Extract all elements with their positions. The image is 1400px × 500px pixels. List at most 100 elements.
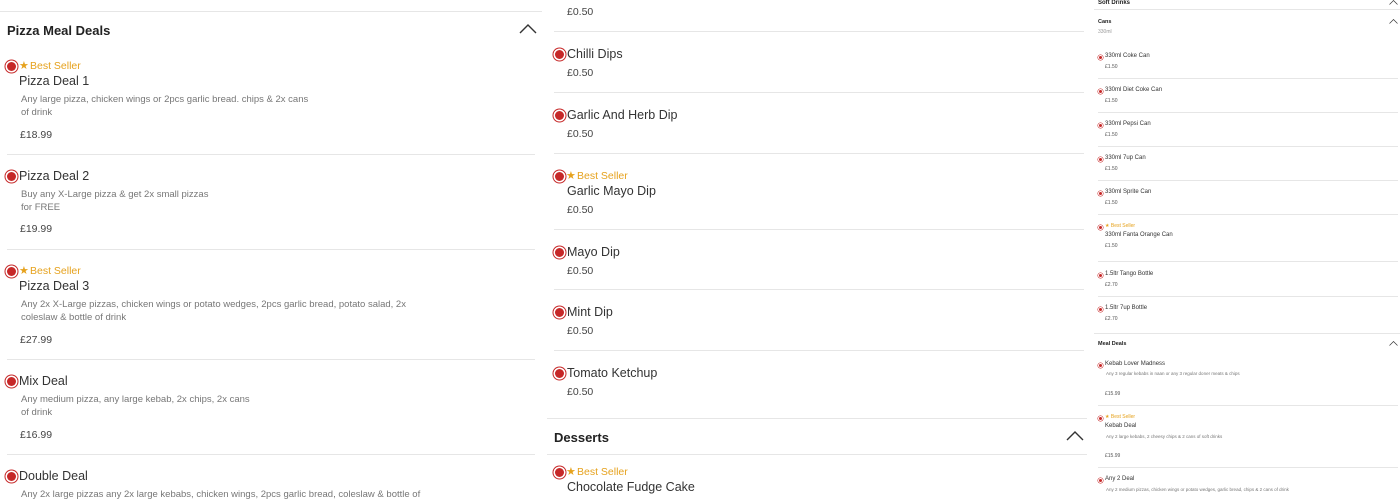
item-price: £1.50 xyxy=(1105,200,1118,206)
chevron-up-icon[interactable] xyxy=(1389,341,1398,346)
item-price: £27.99 xyxy=(20,334,53,346)
drinks-column: Soft Drinks Cans 330ml 330ml Coke Can £1… xyxy=(1094,0,1400,500)
item-price: £1.50 xyxy=(1105,132,1118,138)
divider xyxy=(7,359,535,360)
item-marker-icon xyxy=(555,308,564,317)
chevron-up-icon[interactable] xyxy=(519,24,537,34)
item-name: Double Deal xyxy=(19,469,88,483)
star-icon: ★ xyxy=(566,466,576,478)
item-marker-icon xyxy=(1099,56,1102,59)
divider xyxy=(1098,214,1398,215)
item-name: Garlic And Herb Dip xyxy=(567,108,678,122)
chevron-up-icon[interactable] xyxy=(1389,0,1398,5)
item-price: £2.70 xyxy=(1105,316,1118,322)
item-marker-icon xyxy=(1099,158,1102,161)
item-name: Kebab Lover Madness xyxy=(1105,361,1166,367)
best-seller-badge: ★ Best Seller xyxy=(1105,414,1136,420)
item-price: £0.50 xyxy=(567,6,594,18)
divider xyxy=(1098,180,1398,181)
best-seller-badge: ★ Best Seller xyxy=(1105,223,1136,229)
item-marker-icon xyxy=(7,172,16,181)
item-marker-icon xyxy=(555,248,564,257)
item-name: Chilli Dips xyxy=(567,47,623,61)
item-name: 330ml Pepsi Can xyxy=(1105,121,1151,127)
star-icon: ★ xyxy=(19,265,29,277)
best-seller-badge: Best Seller xyxy=(577,170,628,182)
item-name: Garlic Mayo Dip xyxy=(567,184,656,198)
item-name: Pizza Deal 2 xyxy=(19,169,90,183)
star-icon: ★ xyxy=(19,60,29,72)
item-marker-icon xyxy=(1099,308,1102,311)
item-marker-icon xyxy=(555,111,564,120)
item-name: 330ml Sprite Can xyxy=(1105,189,1152,195)
item-description: Any 2 large kebabs, 2 cheesy chips & 2 c… xyxy=(1106,434,1223,439)
item-name: 1.5ltr Tango Bottle xyxy=(1105,271,1154,277)
item-marker-icon xyxy=(1099,364,1102,367)
item-price: £16.99 xyxy=(20,429,53,441)
item-marker-icon xyxy=(555,369,564,378)
chevron-up-icon[interactable] xyxy=(1389,19,1398,24)
item-marker-icon xyxy=(1099,90,1102,93)
best-seller-badge: Best Seller xyxy=(577,466,628,478)
item-price: £15.99 xyxy=(1105,453,1121,459)
item-price: £1.50 xyxy=(1105,166,1118,172)
subsection-subtitle: 330ml xyxy=(1098,29,1112,35)
divider xyxy=(0,11,542,12)
section-title-soft-drinks: Soft Drinks xyxy=(1098,0,1131,6)
item-name: Mint Dip xyxy=(567,305,613,319)
item-marker-icon xyxy=(1099,192,1102,195)
divider xyxy=(1098,467,1398,468)
item-price: £0.50 xyxy=(567,265,594,277)
item-name: Kebab Deal xyxy=(1105,423,1137,429)
star-icon: ★ xyxy=(566,170,576,182)
divider xyxy=(1098,112,1398,113)
item-name: 330ml Diet Coke Can xyxy=(1105,87,1163,93)
item-marker-icon xyxy=(7,267,16,276)
divider xyxy=(554,229,1084,230)
item-description: Buy any X-Large pizza & get 2x small piz… xyxy=(21,189,209,213)
divider xyxy=(554,289,1084,290)
divider xyxy=(547,418,1087,419)
best-seller-badge: Best Seller xyxy=(30,265,81,277)
item-marker-icon xyxy=(555,468,564,477)
divider xyxy=(547,454,1087,455)
item-price: £0.50 xyxy=(567,128,594,140)
item-name: Tomato Ketchup xyxy=(567,366,658,380)
item-marker-icon xyxy=(7,62,16,71)
item-name: Pizza Deal 3 xyxy=(19,279,90,293)
item-price: £2.70 xyxy=(1105,282,1118,288)
item-marker-icon xyxy=(7,472,16,481)
item-price: £1.50 xyxy=(1105,64,1118,70)
item-price: £0.50 xyxy=(567,325,594,337)
divider xyxy=(7,454,535,455)
item-name: 1.5ltr 7up Bottle xyxy=(1105,305,1148,311)
divider xyxy=(1098,405,1398,406)
divider xyxy=(554,350,1084,351)
divider xyxy=(1098,78,1398,79)
item-description: Any large pizza, chicken wings or 2pcs g… xyxy=(21,94,309,118)
item-marker-icon xyxy=(7,377,16,386)
divider xyxy=(1098,261,1398,262)
item-name: 330ml Coke Can xyxy=(1105,53,1150,59)
divider xyxy=(554,153,1084,154)
item-marker-icon xyxy=(1099,274,1102,277)
item-price: £0.50 xyxy=(567,386,594,398)
item-name: Mix Deal xyxy=(19,374,68,388)
item-description: Any 2 medium pizzas, chicken wings or po… xyxy=(1106,487,1289,492)
pizza-meal-deals-column: Pizza Meal Deals ★ Best Seller Pizza Dea… xyxy=(0,0,542,500)
item-price: £1.50 xyxy=(1105,98,1118,104)
item-description: Any 3 regular kebabs in naan or any 3 re… xyxy=(1106,371,1240,376)
divider xyxy=(7,249,535,250)
divider xyxy=(1098,146,1398,147)
dips-column: £0.50 Chilli Dips £0.50 Garlic And Herb … xyxy=(547,0,1087,500)
item-price: £1.50 xyxy=(1105,243,1118,249)
subsection-title-cans: Cans xyxy=(1098,19,1112,25)
best-seller-badge: Best Seller xyxy=(30,60,81,72)
divider xyxy=(1094,9,1400,10)
chevron-up-icon[interactable] xyxy=(1066,431,1084,441)
divider xyxy=(1094,333,1400,334)
item-marker-icon xyxy=(555,172,564,181)
divider xyxy=(7,154,535,155)
item-marker-icon xyxy=(1099,417,1102,420)
section-title-meal-deals: Meal Deals xyxy=(1098,341,1127,347)
